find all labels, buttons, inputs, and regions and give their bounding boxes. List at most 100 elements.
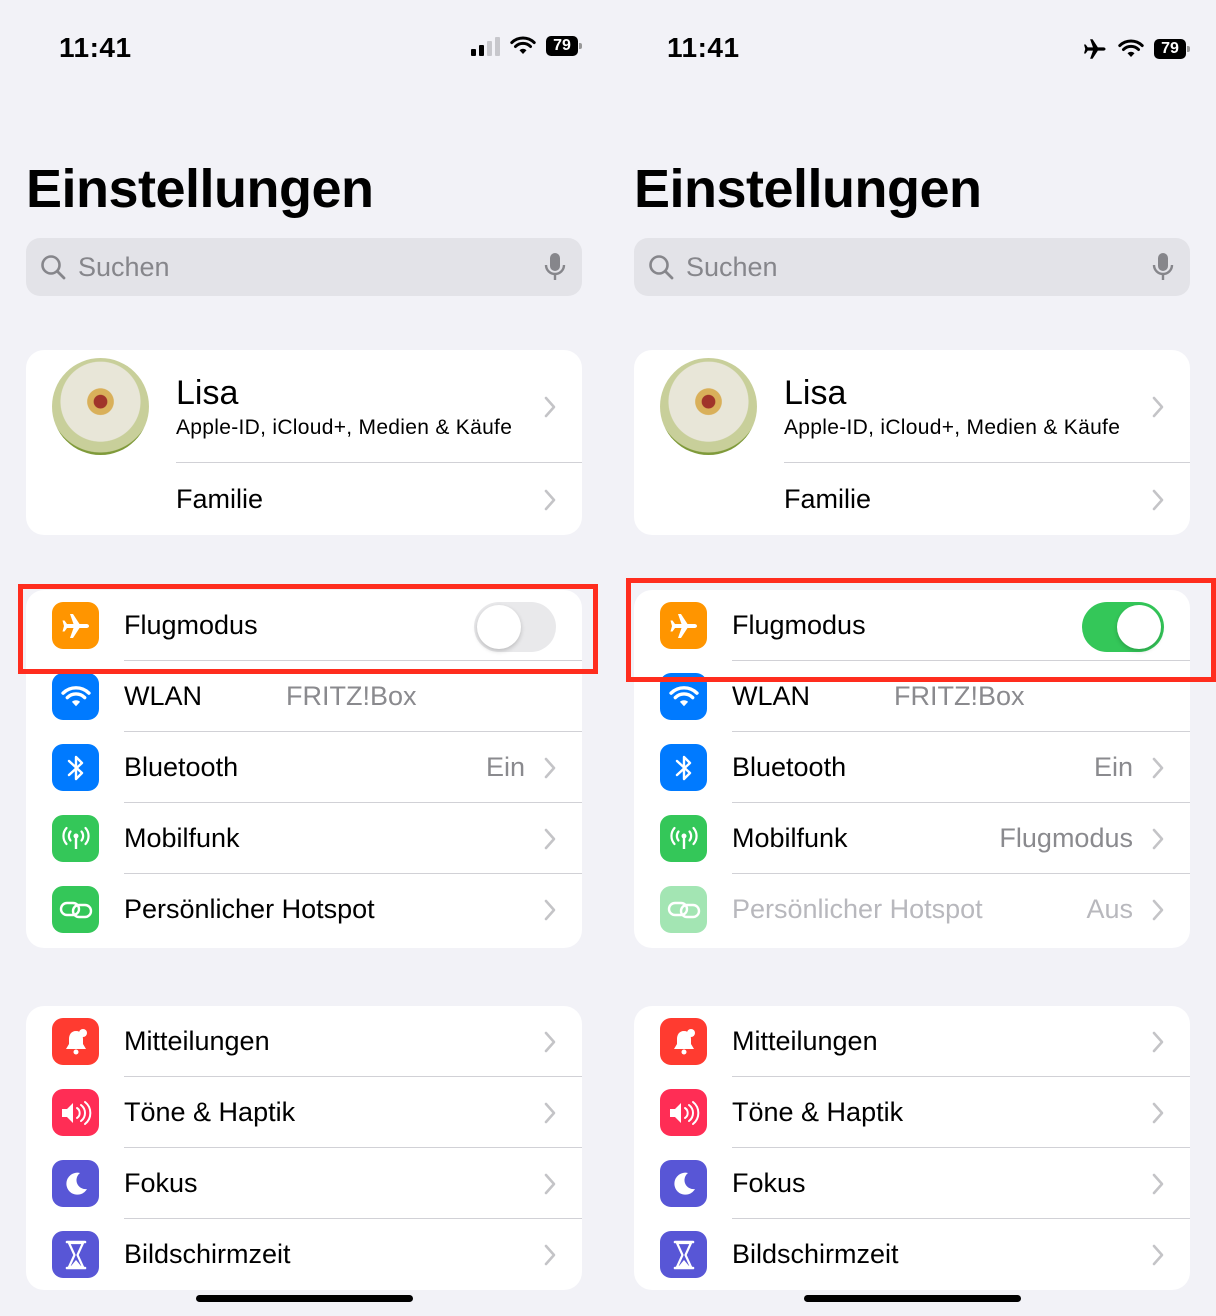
chevron-right-icon [1152,1244,1164,1266]
battery-icon: 79 [1154,39,1190,59]
chevron-right-icon [544,757,556,779]
profile-name[interactable]: Lisa [176,374,238,413]
row-label: Bildschirmzeit [124,1239,291,1269]
search-icon [41,255,66,280]
row-value: FRITZ!Box [894,681,1025,711]
chevron-right-icon [544,1031,556,1053]
settings-row-hotspot[interactable]: Persönlicher Hotspot [26,874,582,945]
chevron-right-icon [544,1173,556,1195]
row-label: Persönlicher Hotspot [124,894,375,924]
phone-screen-left: 11:41 79 Einstellungen Suchen Lisa Apple… [0,0,608,1316]
chevron-right-icon [544,396,556,418]
status-bar: 11:41 79 [608,30,1216,70]
link-icon [52,886,99,933]
divider [176,462,582,463]
search-input[interactable]: Suchen [634,238,1190,296]
row-label: Mobilfunk [732,823,848,853]
profile-card: Lisa Apple-ID, iCloud+, Medien & Käufe F… [634,350,1190,535]
bluetooth-icon [52,744,99,791]
wifi-icon [52,673,99,720]
bell-icon [52,1018,99,1065]
row-label: Töne & Haptik [732,1097,904,1127]
settings-row-bildschirmzeit[interactable]: Bildschirmzeit [26,1219,582,1290]
row-label: WLAN [124,681,203,711]
search-input[interactable]: Suchen [26,238,582,296]
avatar[interactable] [52,358,149,455]
moon-icon [52,1160,99,1207]
search-placeholder: Suchen [686,252,778,282]
airplane-mode-icon [1084,39,1106,59]
wifi-icon [1118,39,1144,57]
settings-row-mitteilungen[interactable]: Mitteilungen [634,1006,1190,1077]
hourglass-icon [52,1231,99,1278]
search-icon [649,255,674,280]
chevron-right-icon [544,1244,556,1266]
general-card: Mitteilungen Töne & Haptik Fokus Bildsch… [634,1006,1190,1290]
settings-row-fokus[interactable]: Fokus [634,1148,1190,1219]
row-label: Mobilfunk [124,823,240,853]
row-label: Fokus [732,1168,806,1198]
chevron-right-icon [544,899,556,921]
profile-subtitle[interactable]: Apple-ID, iCloud+, Medien & Käufe [784,416,1120,440]
row-label: Mitteilungen [124,1026,270,1056]
settings-row-bildschirmzeit[interactable]: Bildschirmzeit [634,1219,1190,1290]
row-label: WLAN [732,681,811,711]
chevron-right-icon [544,828,556,850]
chevron-right-icon [1152,1102,1164,1124]
microphone-icon[interactable] [544,252,566,282]
bell-icon [660,1018,707,1065]
moon-icon [660,1160,707,1207]
divider [784,462,1190,463]
row-label: Mitteilungen [732,1026,878,1056]
chevron-right-icon [1152,1173,1164,1195]
hourglass-icon [660,1231,707,1278]
highlight-box [18,584,598,674]
bluetooth-icon [660,744,707,791]
settings-row-fokus[interactable]: Fokus [26,1148,582,1219]
settings-row-mobilfunk[interactable]: Mobilfunk [26,803,582,874]
page-title: Einstellungen [634,159,982,219]
settings-row-mobilfunk[interactable]: Mobilfunk Flugmodus [634,803,1190,874]
family-row[interactable]: Familie [784,484,871,515]
row-value: Flugmodus [999,823,1133,853]
chevron-right-icon [1152,489,1164,511]
settings-row-toene[interactable]: Töne & Haptik [634,1077,1190,1148]
cellular-signal-icon [471,36,500,56]
row-value: FRITZ!Box [286,681,417,711]
chevron-right-icon [1152,396,1164,418]
row-label: Töne & Haptik [124,1097,296,1127]
settings-row-toene[interactable]: Töne & Haptik [26,1077,582,1148]
speaker-icon [660,1089,707,1136]
chevron-right-icon [1152,828,1164,850]
home-indicator[interactable] [804,1295,1021,1302]
home-indicator[interactable] [196,1295,413,1302]
row-value: Aus [1086,894,1133,924]
profile-subtitle[interactable]: Apple-ID, iCloud+, Medien & Käufe [176,416,512,440]
row-label: Bildschirmzeit [732,1239,899,1269]
status-time: 11:41 [667,32,740,63]
profile-name[interactable]: Lisa [784,374,846,413]
chevron-right-icon [1152,1031,1164,1053]
row-label: Fokus [124,1168,198,1198]
settings-row-bluetooth[interactable]: Bluetooth Ein [26,732,582,803]
avatar[interactable] [660,358,757,455]
status-time: 11:41 [59,32,132,63]
row-label: Bluetooth [732,752,847,782]
row-value: Ein [1093,752,1133,782]
settings-row-bluetooth[interactable]: Bluetooth Ein [634,732,1190,803]
status-bar: 11:41 79 [0,30,608,70]
settings-row-mitteilungen[interactable]: Mitteilungen [26,1006,582,1077]
highlight-box [626,578,1216,682]
row-label: Bluetooth [124,752,239,782]
family-row[interactable]: Familie [176,484,263,515]
chevron-right-icon [1152,757,1164,779]
settings-row-hotspot[interactable]: Persönlicher Hotspot Aus [634,874,1190,945]
general-card: Mitteilungen Töne & Haptik Fokus Bildsch… [26,1006,582,1290]
chevron-right-icon [544,489,556,511]
speaker-icon [52,1089,99,1136]
microphone-icon[interactable] [1152,252,1174,282]
wifi-icon [510,36,536,54]
antenna-icon [660,815,707,862]
search-placeholder: Suchen [78,252,170,282]
row-value: Ein [485,752,525,782]
